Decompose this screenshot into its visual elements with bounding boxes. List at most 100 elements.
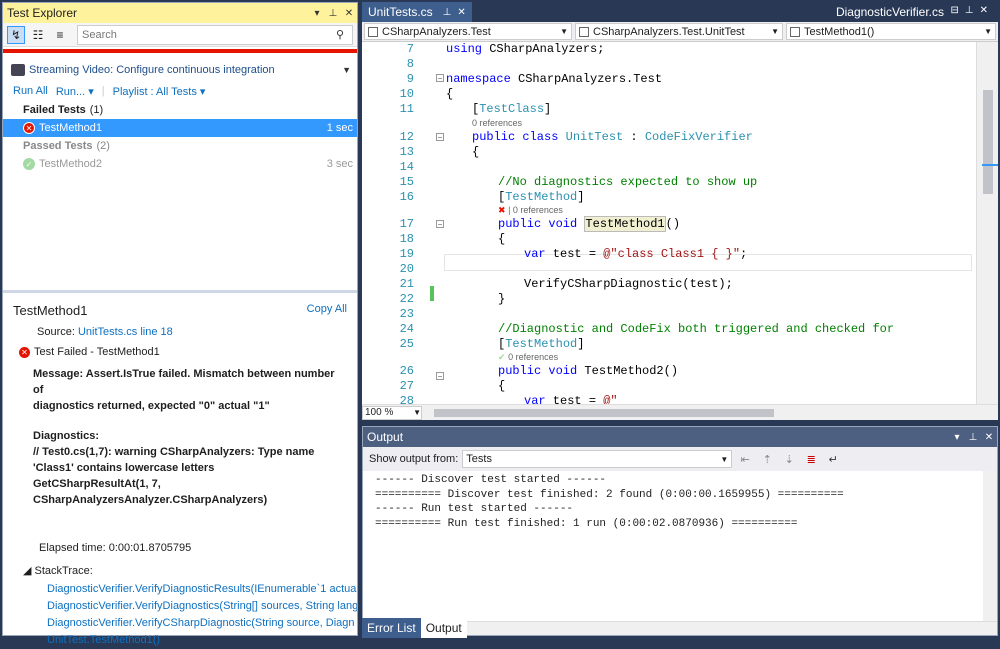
source-link[interactable]: UnitTests.cs line 18 <box>78 326 173 338</box>
next-message-icon[interactable]: ⇣ <box>780 453 798 466</box>
codelens-references[interactable]: 0 references <box>508 352 558 362</box>
find-message-icon[interactable]: ⇤ <box>736 453 754 466</box>
clear-all-icon[interactable]: ≣ <box>802 453 820 466</box>
failed-test-item[interactable]: ✕ TestMethod1 1 sec <box>3 119 357 137</box>
dropdown-icon[interactable]: ▾ <box>949 432 965 443</box>
message-line: diagnostics returned, expected "0" actua… <box>33 400 270 412</box>
diagnostics: Diagnostics: // Test0.cs(1,7): warning C… <box>33 428 347 508</box>
output-text[interactable]: ------ Discover test started ------ =====… <box>363 471 997 533</box>
promo-link[interactable]: Streaming Video: Configure continuous in… <box>3 59 357 81</box>
vertical-scrollbar[interactable] <box>983 471 997 621</box>
output-line: ========== Discover test finished: 2 fou… <box>375 488 844 501</box>
nav-label: TestMethod1() <box>804 25 875 38</box>
diagnostics-line: 'Class1' contains lowercase letters <box>33 462 215 474</box>
chevron-down-icon[interactable]: ▼ <box>342 65 351 75</box>
csharp-project-icon <box>368 26 378 37</box>
tab-label: UnitTests.cs <box>368 5 433 19</box>
group-by-icon[interactable]: ☷ <box>29 26 47 44</box>
pin-icon[interactable]: ⊥ <box>325 8 341 19</box>
collapse-icon[interactable]: ◢ <box>23 565 31 577</box>
stacktrace: DiagnosticVerifier.VerifyDiagnosticResul… <box>47 581 357 649</box>
project-dropdown[interactable]: CSharpAnalyzers.Test ▼ <box>364 23 572 40</box>
vertical-scrollbar[interactable] <box>976 42 998 404</box>
collapse-icon[interactable]: − <box>436 220 444 229</box>
status-text: Test Failed - TestMethod1 <box>34 346 160 358</box>
passed-icon: ✔ <box>498 352 506 362</box>
collapse-icon[interactable]: − <box>436 74 444 83</box>
output-title: Output <box>367 430 404 444</box>
passed-tests-group[interactable]: Passed Tests (2) <box>3 137 357 155</box>
run-tests-after-build-icon[interactable]: ↯ <box>7 25 25 44</box>
search-icon[interactable]: ⚲ <box>336 28 352 41</box>
line-number: 10 <box>399 87 414 101</box>
close-icon[interactable]: ✕ <box>341 8 357 19</box>
codelens-test-status[interactable]: ✔ 0 references <box>498 352 558 363</box>
test-explorer-title-bar: Test Explorer ▾ ⊥ ✕ <box>3 3 357 23</box>
stacktrace-header[interactable]: ◢ StackTrace: <box>23 564 347 577</box>
line-number: 28 <box>399 394 414 404</box>
tab-unittests[interactable]: UnitTests.cs ⊥ ✕ <box>362 2 472 22</box>
line-number: 26 <box>399 364 414 378</box>
output-panel: Output ▾ ⊥ ✕ Show output from: Tests ▼ ⇤ … <box>362 426 998 636</box>
search-input[interactable]: Search ⚲ <box>77 24 353 45</box>
code-line: public class UnitTest : CodeFixVerifier <box>472 130 753 144</box>
playlist-link[interactable]: Playlist : All Tests ▾ <box>113 85 206 98</box>
output-source-select[interactable]: Tests ▼ <box>462 450 733 468</box>
scroll-thumb[interactable] <box>983 90 993 194</box>
line-number: 25 <box>399 337 414 351</box>
output-title-bar: Output ▾ ⊥ ✕ <box>363 427 997 447</box>
stack-frame-link[interactable]: DiagnosticVerifier.VerifyDiagnosticResul… <box>47 581 357 598</box>
line-number: 16 <box>399 190 414 204</box>
code-line: namespace CSharpAnalyzers.Test <box>446 72 663 86</box>
codelens-test-status[interactable]: ✖ | 0 references <box>498 205 563 216</box>
horizontal-scrollbar[interactable]: 100 % ▼ <box>362 404 998 420</box>
tab-output[interactable]: Output <box>420 618 467 638</box>
type-dropdown[interactable]: CSharpAnalyzers.Test.UnitTest ▼ <box>575 23 783 40</box>
failed-tests-group[interactable]: Failed Tests (1) <box>3 101 357 119</box>
code-area[interactable]: − − − − 7 8 9 10 11 12 13 14 15 16 17 18… <box>362 42 974 404</box>
codelens-references[interactable]: | 0 references <box>508 205 563 215</box>
line-number: 11 <box>399 102 414 116</box>
test-explorer-panel: Test Explorer ▾ ⊥ ✕ ↯ ☷ ≡ Search ⚲ Strea… <box>2 2 358 646</box>
line-number: 27 <box>399 379 414 393</box>
promo-text: Streaming Video: Configure continuous in… <box>29 64 275 76</box>
tab-error-list[interactable]: Error List <box>362 618 421 638</box>
message-line: Message: Assert.IsTrue failed. Mismatch … <box>33 368 335 396</box>
line-number: 7 <box>406 42 414 56</box>
codelens-references[interactable]: 0 references <box>472 118 522 128</box>
passed-test-item[interactable]: ✓ TestMethod2 3 sec <box>3 155 357 173</box>
run-all-link[interactable]: Run All <box>13 85 48 97</box>
previous-message-icon[interactable]: ⇡ <box>758 453 776 466</box>
copy-all-link[interactable]: Copy All <box>307 303 347 318</box>
test-duration: 1 sec <box>326 122 353 134</box>
chevron-down-icon: ▼ <box>984 27 992 36</box>
tab-diagnosticverifier[interactable]: DiagnosticVerifier.cs <box>830 2 950 22</box>
stack-frame-link[interactable]: DiagnosticVerifier.VerifyDiagnostics(Str… <box>47 598 357 615</box>
stack-frame-link[interactable]: UnitTest.TestMethod1() <box>47 632 357 649</box>
output-toolbar: Show output from: Tests ▼ ⇤ ⇡ ⇣ ≣ ↵ <box>363 447 997 471</box>
show-output-label: Show output from: <box>369 453 459 465</box>
line-number: 20 <box>399 262 414 276</box>
word-wrap-icon[interactable]: ↵ <box>824 453 842 466</box>
pin-icon[interactable]: ⊥ <box>443 7 452 18</box>
run-link[interactable]: Run... ▾ <box>56 85 94 98</box>
member-dropdown[interactable]: TestMethod1() ▼ <box>786 23 996 40</box>
playlist-icon[interactable]: ≡ <box>51 26 69 44</box>
close-icon[interactable]: ✕ <box>457 7 465 18</box>
close-icon[interactable]: ✕ <box>981 432 997 443</box>
splitter[interactable] <box>3 290 357 293</box>
tab-window-icons[interactable]: ⊟⊥✕ <box>951 5 994 16</box>
pin-icon[interactable]: ⊥ <box>965 432 981 443</box>
dropdown-icon[interactable]: ▾ <box>309 8 325 19</box>
failed-icon: ✕ <box>23 122 35 134</box>
code-line: { <box>446 87 454 101</box>
zoom-dropdown[interactable]: 100 % ▼ <box>362 405 422 420</box>
code-line: { <box>498 379 506 393</box>
collapse-icon[interactable]: − <box>436 372 444 381</box>
stack-frame-link[interactable]: DiagnosticVerifier.VerifyCSharpDiagnosti… <box>47 615 357 632</box>
code-line: public void TestMethod2() <box>498 364 679 378</box>
collapse-icon[interactable]: − <box>436 133 444 142</box>
test-explorer-toolbar: ↯ ☷ ≡ Search ⚲ <box>3 23 357 47</box>
nav-label: CSharpAnalyzers.Test <box>382 25 491 38</box>
scroll-thumb[interactable] <box>434 409 774 417</box>
